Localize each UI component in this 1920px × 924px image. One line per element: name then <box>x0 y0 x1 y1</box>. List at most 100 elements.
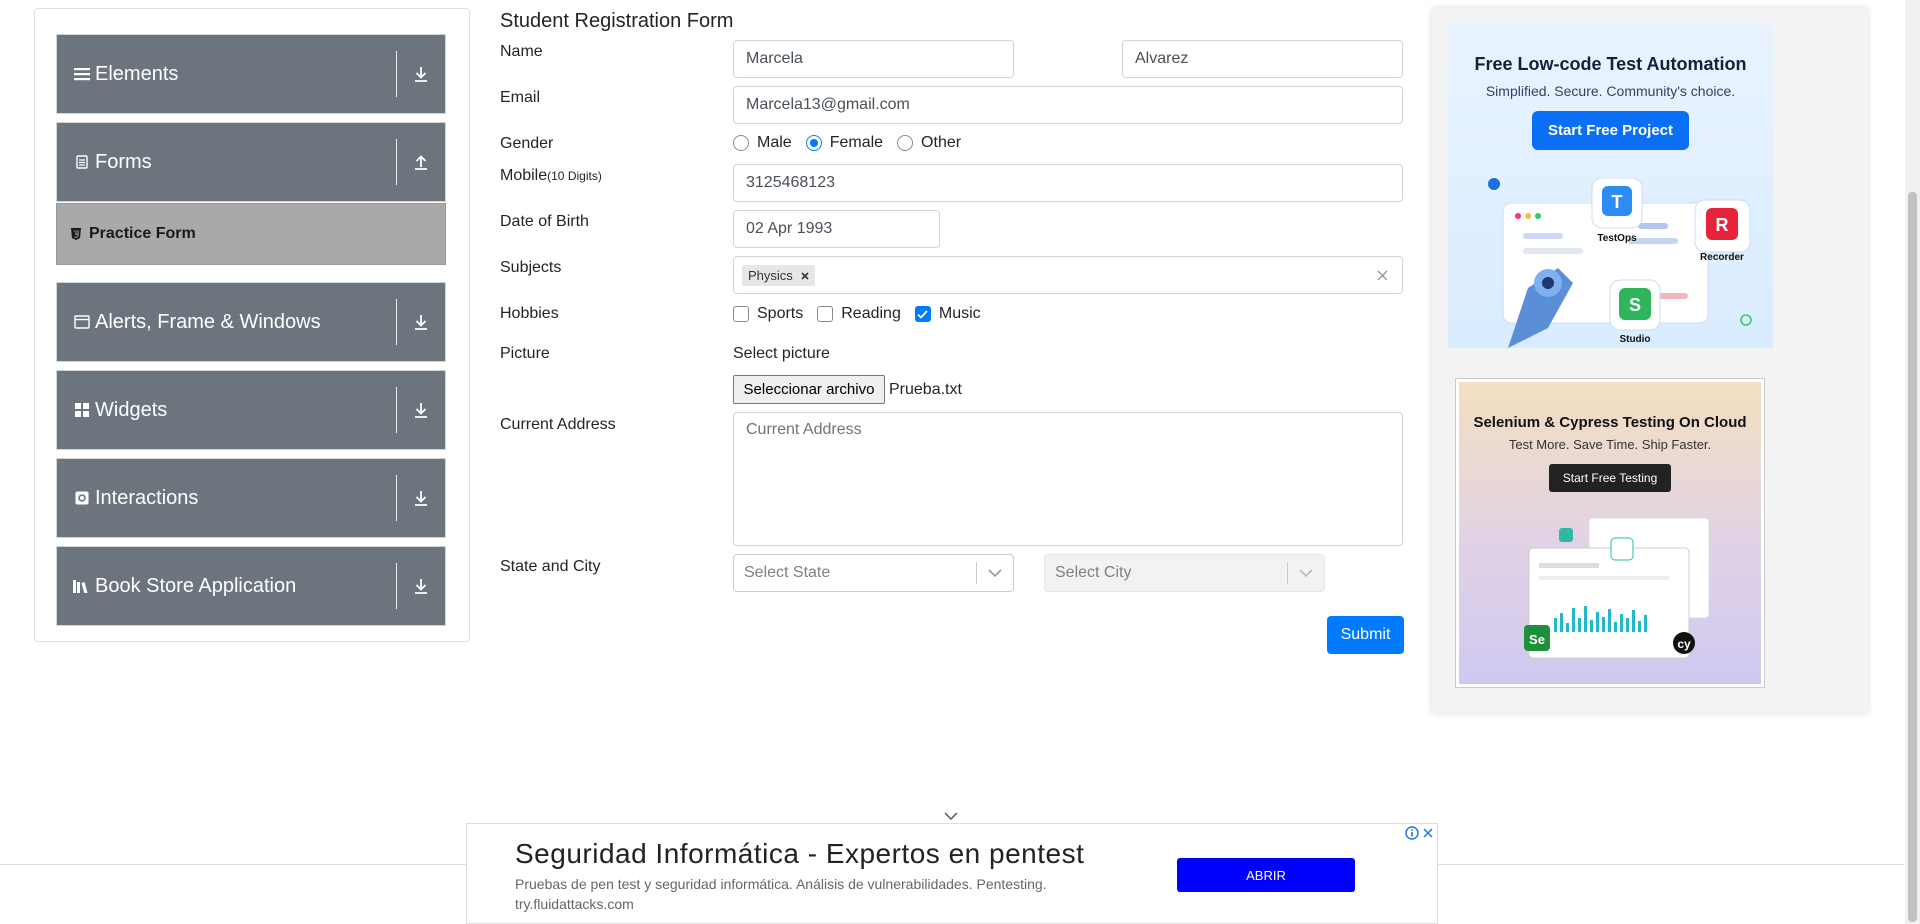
subjects-label: Subjects <box>500 259 562 276</box>
mobile-hint: (10 Digits) <box>547 169 602 183</box>
bottom-ad-banner[interactable]: Seguridad Informática - Expertos en pent… <box>466 823 1438 924</box>
sidebar-group-label: Interactions <box>95 486 199 509</box>
banner-description: Pruebas de pen test y seguridad informát… <box>515 876 1047 892</box>
ad-katalon[interactable]: Free Low-code Test Automation Simplified… <box>1448 22 1773 348</box>
sidebar-group-label: Alerts, Frame & Windows <box>95 310 321 333</box>
ad-cta-button[interactable]: Start Free Project <box>1531 111 1690 150</box>
clear-icon[interactable] <box>1377 270 1394 281</box>
subject-chip-label: Physics <box>748 267 793 283</box>
state-select[interactable]: Select State <box>733 554 1014 592</box>
interactions-icon <box>73 491 91 505</box>
hobby-sports-checkbox[interactable] <box>733 306 749 322</box>
dob-label: Date of Birth <box>500 213 589 230</box>
chip-remove-icon[interactable] <box>801 268 809 283</box>
ad-label-recorder: Recorder <box>1700 252 1744 263</box>
ad-subtitle: Simplified. Secure. Community's choice. <box>1485 83 1736 99</box>
picture-prompt: Select picture <box>733 345 830 362</box>
gender-other-option[interactable]: Other <box>897 134 961 152</box>
ad-illustration: Se cy <box>1524 518 1710 659</box>
books-icon <box>73 579 91 593</box>
download-icon[interactable] <box>397 65 445 83</box>
gender-other-radio[interactable] <box>897 135 914 151</box>
banner-title: Seguridad Informática - Expertos en pent… <box>515 838 1085 869</box>
svg-text:R: R <box>1716 215 1729 235</box>
sidebar-group-widgets[interactable]: Widgets <box>56 370 446 450</box>
sidebar-group-interactions[interactable]: Interactions <box>56 458 446 538</box>
ad-subtitle: Test More. Save Time. Ship Faster. <box>1508 437 1712 452</box>
page: Elements Forms Practice Form Alerts, Fra… <box>0 0 1920 924</box>
current-address-textarea[interactable]: Current Address <box>733 412 1403 546</box>
scrollbar-thumb[interactable] <box>1908 192 1917 922</box>
download-icon[interactable] <box>397 401 445 419</box>
hobby-music-option[interactable]: Music <box>914 305 981 323</box>
ad-cta-button[interactable]: Start Free Testing <box>1548 464 1672 492</box>
email-value: Marcela13@gmail.com <box>746 96 910 113</box>
ad-title: Free Low-code Test Automation <box>1474 54 1747 74</box>
file-name: Prueba.txt <box>889 381 962 398</box>
mobile-label-text: Mobile <box>500 167 548 184</box>
city-select[interactable]: Select City <box>1044 554 1325 592</box>
hobbies-label: Hobbies <box>500 305 559 322</box>
dob-value: 02 Apr 1993 <box>746 220 833 237</box>
sidebar: Elements Forms Practice Form Alerts, Fra… <box>34 8 470 642</box>
subjects-input[interactable]: Physics <box>733 256 1403 294</box>
sidebar-group-elements[interactable]: Elements <box>56 34 446 114</box>
sidebar-group-label: Widgets <box>95 398 168 421</box>
hobbies-checkbox-group: Sports Reading Music <box>733 305 995 323</box>
checkmark-icon <box>917 309 929 319</box>
banner-open-button[interactable]: ABRIR <box>1177 858 1355 892</box>
sidebar-group-book-store[interactable]: Book Store Application <box>56 546 446 626</box>
ad-lambdatest[interactable]: Selenium & Cypress Testing On Cloud Test… <box>1456 379 1764 687</box>
html-icon <box>71 228 81 240</box>
scrollbar[interactable] <box>1905 0 1920 924</box>
gender-option-label: Other <box>921 134 962 151</box>
hobby-reading-option[interactable]: Reading <box>817 305 901 323</box>
hobby-label: Reading <box>841 305 901 322</box>
mobile-input[interactable]: 3125468123 <box>733 164 1403 202</box>
svg-text:T: T <box>1612 192 1623 212</box>
ad-label-studio: Studio <box>1619 334 1650 345</box>
gender-female-option[interactable]: Female <box>805 134 884 152</box>
date-of-birth-input[interactable]: 02 Apr 1993 <box>733 210 940 248</box>
last-name-input[interactable]: Alvarez <box>1122 40 1403 78</box>
hobby-sports-option[interactable]: Sports <box>733 305 803 323</box>
page-title: Student Registration Form <box>500 10 734 32</box>
subject-chip: Physics <box>742 264 815 286</box>
download-icon[interactable] <box>397 489 445 507</box>
hobby-label: Music <box>938 305 981 322</box>
sidebar-group-alerts[interactable]: Alerts, Frame & Windows <box>56 282 446 362</box>
gender-option-label: Female <box>829 134 884 151</box>
hobby-reading-checkbox[interactable] <box>817 306 834 322</box>
sidebar-group-forms[interactable]: Forms <box>56 122 446 202</box>
gender-male-radio[interactable] <box>733 135 749 151</box>
first-name-input[interactable]: Marcela <box>733 40 1014 78</box>
hobby-music-checkbox[interactable] <box>914 306 931 322</box>
gender-male-option[interactable]: Male <box>733 134 792 152</box>
widgets-icon <box>73 403 91 417</box>
sidebar-item-practice-form[interactable]: Practice Form <box>56 203 446 265</box>
chevron-down-icon[interactable] <box>977 569 1013 577</box>
gender-radio-group: Male Female Other <box>733 134 975 152</box>
email-input[interactable]: Marcela13@gmail.com <box>733 86 1403 124</box>
svg-text:Se: Se <box>1529 632 1545 647</box>
close-icon[interactable] <box>1421 826 1435 845</box>
hobby-label: Sports <box>757 305 804 322</box>
sidebar-item-label: Practice Form <box>89 225 196 242</box>
ad-label-testops: TestOps <box>1597 233 1637 244</box>
gender-option-label: Male <box>757 134 792 151</box>
svg-text:cy: cy <box>1677 637 1691 651</box>
mobile-value: 3125468123 <box>746 174 835 191</box>
submit-button[interactable]: Submit <box>1327 616 1404 654</box>
gender-female-radio[interactable] <box>805 135 822 151</box>
name-label: Name <box>500 43 543 60</box>
menu-icon <box>73 67 91 81</box>
download-icon[interactable] <box>397 313 445 331</box>
chevron-down-icon[interactable] <box>1288 569 1324 577</box>
ad-title: Selenium & Cypress Testing On Cloud <box>1473 414 1747 431</box>
download-icon[interactable] <box>397 577 445 595</box>
svg-text:S: S <box>1629 295 1641 315</box>
upload-icon[interactable] <box>397 153 445 171</box>
address-placeholder: Current Address <box>746 421 862 438</box>
choose-file-button[interactable]: Seleccionar archivo <box>733 375 885 404</box>
info-icon[interactable] <box>1405 826 1419 845</box>
